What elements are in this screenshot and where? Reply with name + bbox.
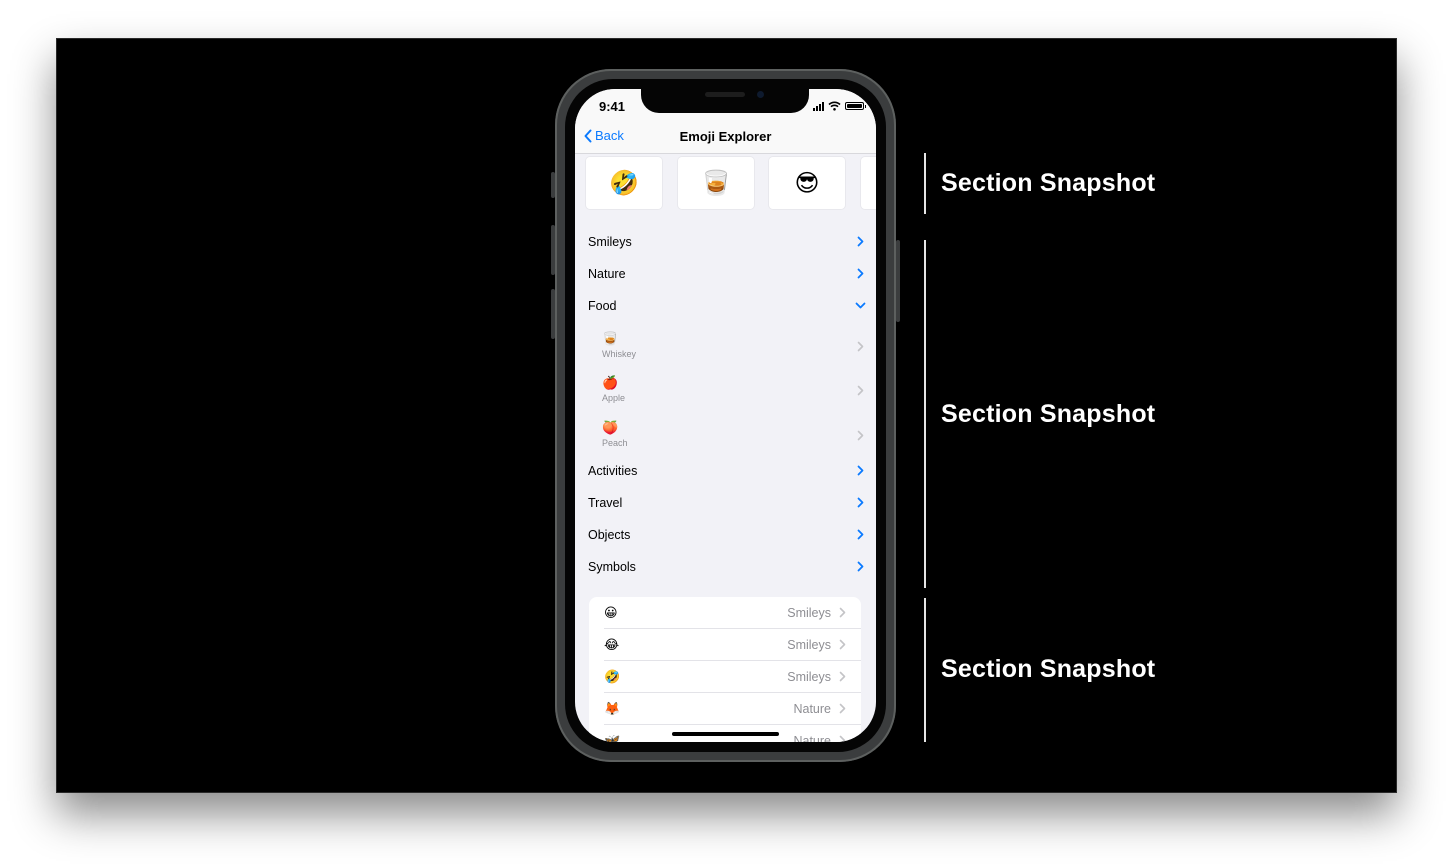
snapshot-bracket-middle — [924, 240, 926, 588]
list-item-category: Smileys — [787, 606, 831, 620]
chevron-right-icon — [857, 341, 864, 352]
list-item-emoji: 🦋 — [604, 733, 621, 742]
category-label: Food — [588, 299, 617, 313]
category-row-objects[interactable]: Objects — [588, 526, 864, 546]
chevron-right-icon — [857, 385, 864, 396]
status-bar: 9:41 — [575, 89, 876, 125]
item-emoji: 🍎 — [602, 375, 619, 390]
item-label: Apple — [602, 393, 626, 403]
item-emoji: 🍑 — [602, 420, 619, 435]
food-item-peach[interactable]: 🍑 Peach — [602, 420, 864, 452]
chevron-right-icon — [857, 529, 864, 540]
category-row-activities[interactable]: Activities — [588, 462, 864, 482]
chevron-right-icon — [857, 465, 864, 476]
power-button — [896, 240, 900, 322]
snapshot-bracket-top — [924, 153, 926, 214]
front-camera — [757, 91, 764, 98]
list-item-emoji: 😀 — [604, 605, 618, 620]
list-item[interactable]: 🦊 Nature — [589, 693, 861, 725]
category-label: Smileys — [588, 235, 632, 249]
item-emoji: 🥃 — [602, 331, 619, 346]
section-snapshot-label: Section Snapshot — [941, 655, 1156, 683]
signal-icon — [813, 101, 824, 111]
category-row-travel[interactable]: Travel — [588, 494, 864, 514]
emoji-card-row[interactable]: 🤣 🥃 😎 — [575, 157, 876, 209]
category-label: Travel — [588, 496, 623, 510]
status-icons — [813, 101, 866, 111]
notch — [641, 89, 809, 113]
chevron-right-icon — [857, 430, 864, 441]
chevron-right-icon — [839, 735, 846, 742]
emoji-card[interactable]: 😎 — [769, 157, 845, 209]
category-row-smileys[interactable]: Smileys — [588, 233, 864, 253]
chevron-right-icon — [857, 268, 864, 279]
list-item-category: Nature — [793, 734, 831, 742]
list-item[interactable]: 🤣 Smileys — [589, 661, 861, 693]
phone-screen: 9:41 Back Emoji Explorer 🤣 🥃 😎 Smileys N… — [575, 89, 876, 742]
item-label: Peach — [602, 438, 628, 448]
list-item[interactable]: 😂 Smileys — [589, 629, 861, 661]
emoji-card[interactable]: 🥃 — [678, 157, 754, 209]
list-item[interactable]: 😀 Smileys — [589, 597, 861, 629]
food-item-whiskey[interactable]: 🥃 Whiskey — [602, 331, 864, 363]
category-label: Objects — [588, 528, 631, 542]
chevron-down-icon — [855, 302, 866, 309]
list-item-category: Smileys — [787, 670, 831, 684]
chevron-right-icon — [839, 607, 846, 618]
chevron-right-icon — [839, 703, 846, 714]
chevron-right-icon — [857, 497, 864, 508]
chevron-right-icon — [857, 236, 864, 247]
category-label: Activities — [588, 464, 638, 478]
category-label: Symbols — [588, 560, 636, 574]
chevron-right-icon — [857, 561, 864, 572]
category-row-symbols[interactable]: Symbols — [588, 558, 864, 578]
list-item-emoji: 🤣 — [604, 669, 621, 684]
speaker-grille — [705, 92, 745, 97]
category-label: Nature — [588, 267, 626, 281]
list-item-category: Nature — [793, 702, 831, 716]
battery-icon — [845, 102, 866, 110]
emoji-card[interactable]: 🤣 — [586, 157, 662, 209]
wifi-icon — [828, 101, 841, 111]
emoji-card-partial[interactable] — [861, 157, 876, 209]
snapshot-bracket-bottom — [924, 598, 926, 742]
category-row-nature[interactable]: Nature — [588, 265, 864, 285]
status-time: 9:41 — [599, 99, 626, 114]
list-item-emoji: 🦊 — [604, 701, 621, 716]
chevron-right-icon — [839, 671, 846, 682]
food-item-apple[interactable]: 🍎 Apple — [602, 375, 864, 407]
item-label: Whiskey — [602, 349, 637, 359]
list-item-emoji: 😂 — [604, 637, 620, 652]
page-title: Emoji Explorer — [679, 129, 772, 144]
category-row-food[interactable]: Food — [588, 297, 866, 317]
navigation-bar: Back Emoji Explorer — [575, 125, 876, 154]
home-indicator[interactable] — [672, 732, 779, 736]
list-item-category: Smileys — [787, 638, 831, 652]
section-snapshot-label: Section Snapshot — [941, 169, 1156, 197]
chevron-right-icon — [839, 639, 846, 650]
section-snapshot-label: Section Snapshot — [941, 400, 1156, 428]
emoji-list: 😀 Smileys 😂 Smileys 🤣 Smileys 🦊 Nature 🦋… — [589, 597, 861, 742]
